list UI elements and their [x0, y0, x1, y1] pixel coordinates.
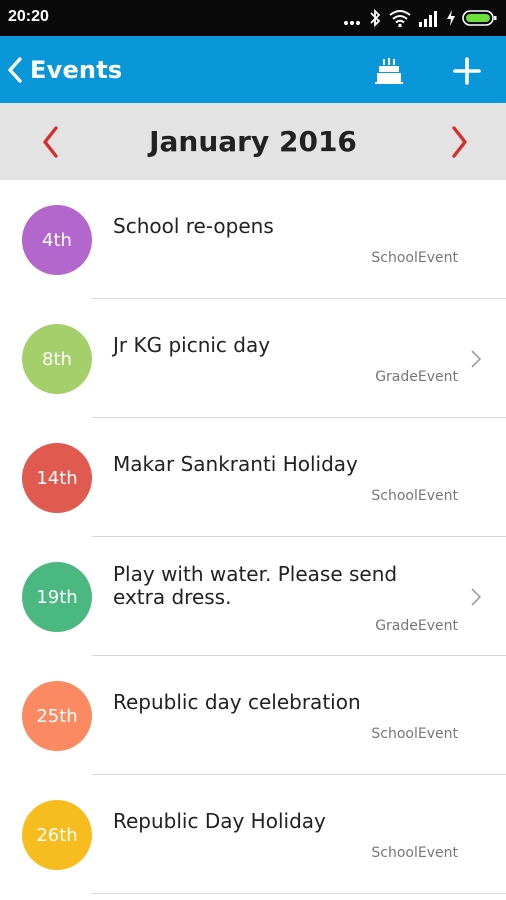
event-type: GradeEvent: [375, 369, 458, 385]
wifi-icon: [389, 10, 411, 28]
back-button[interactable]: Events: [6, 54, 122, 86]
event-day-badge: 26th: [22, 800, 92, 870]
chevron-left-icon: [8, 57, 22, 83]
event-title: Republic day celebration: [113, 690, 361, 714]
event-title: Jr KG picnic day: [113, 333, 271, 357]
event-type: SchoolEvent: [371, 726, 458, 742]
event-title: Republic Day Holiday: [113, 809, 326, 833]
event-title: Makar Sankranti Holiday: [113, 452, 358, 476]
add-event-button[interactable]: [452, 56, 482, 86]
charging-icon: [447, 10, 455, 26]
event-row[interactable]: 19th Play with water. Please send extra …: [0, 537, 506, 656]
event-row[interactable]: 25th Republic day celebration SchoolEven…: [0, 656, 506, 775]
battery-icon: [462, 10, 497, 26]
chevron-right-icon: [471, 350, 482, 368]
event-row[interactable]: 8th Jr KG picnic day GradeEvent: [0, 299, 506, 418]
event-type: SchoolEvent: [371, 845, 458, 861]
month-navigator: January 2016: [0, 103, 506, 180]
event-title: Play with water. Please send extra dress…: [113, 562, 398, 609]
row-divider: [92, 893, 506, 894]
event-type: SchoolEvent: [371, 250, 458, 266]
event-row[interactable]: 14th Makar Sankranti Holiday SchoolEvent: [0, 418, 506, 537]
event-day-badge: 14th: [22, 443, 92, 513]
event-day-badge: 25th: [22, 681, 92, 751]
more-dots-icon: [344, 21, 360, 25]
event-day-badge: 4th: [22, 205, 92, 275]
bluetooth-icon: [370, 8, 381, 28]
status-icons: [342, 8, 498, 28]
status-bar: 20:20: [0, 0, 506, 36]
next-month-button[interactable]: [444, 123, 474, 161]
event-row[interactable]: 4th School re-opens SchoolEvent: [0, 180, 506, 299]
signal-icon: [419, 11, 437, 27]
status-time: 20:20: [8, 8, 49, 25]
event-type: GradeEvent: [375, 618, 458, 634]
event-type: SchoolEvent: [371, 488, 458, 504]
page-title: Events: [30, 56, 123, 84]
birthday-cake-icon[interactable]: [374, 56, 404, 86]
event-day-badge: 8th: [22, 324, 92, 394]
event-day-badge: 19th: [22, 562, 92, 632]
event-row[interactable]: 26th Republic Day Holiday SchoolEvent: [0, 775, 506, 894]
month-title: January 2016: [149, 125, 357, 158]
chevron-right-icon: [471, 588, 482, 606]
app-bar: Events: [0, 36, 506, 103]
event-title: School re-opens: [113, 214, 274, 238]
